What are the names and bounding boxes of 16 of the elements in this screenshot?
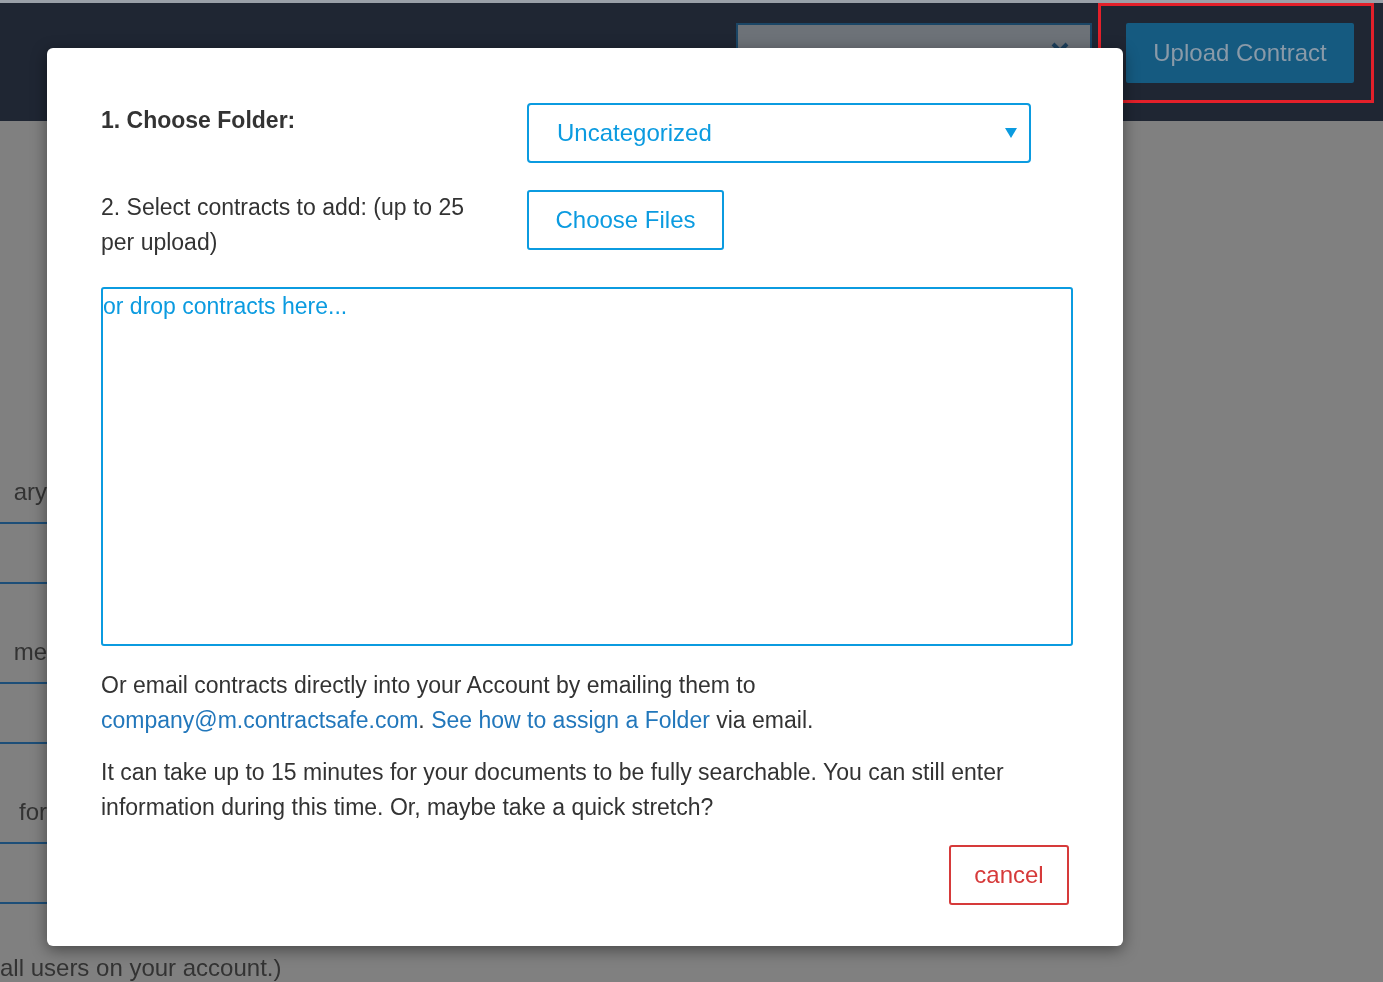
cancel-button[interactable]: cancel [949, 845, 1069, 905]
drop-zone[interactable]: or drop contracts here... [101, 287, 1073, 646]
caret-icon [1005, 128, 1017, 138]
choose-files-button[interactable]: Choose Files [527, 190, 724, 250]
files-label: 2. Select contracts to add: (up to 25 per upload) [101, 193, 466, 257]
help-text: all users on your account.) [0, 954, 283, 982]
field-label: me [13, 638, 47, 666]
info-note: It can take up to 15 minutes for your documents to be fully searchable. You can still enter information during this time. Or, maybe take a quick stretch? [101, 758, 1005, 822]
field-label: for [19, 798, 47, 826]
folder-select[interactable]: Uncategorized [527, 103, 1031, 163]
link[interactable]: company@m.contractsafe.com [101, 707, 419, 733]
field-label: ary [13, 478, 47, 506]
upload-contract-button[interactable]: Upload Contract [1126, 23, 1354, 83]
email-note: Or email contracts directly into your Account by emailing them to company@m.contractsafe.com. See how to assign a Folder via email. [101, 671, 815, 735]
folder-label: 1. Choose Folder: [101, 106, 297, 135]
link[interactable]: See how to assign a Folder [431, 707, 710, 733]
